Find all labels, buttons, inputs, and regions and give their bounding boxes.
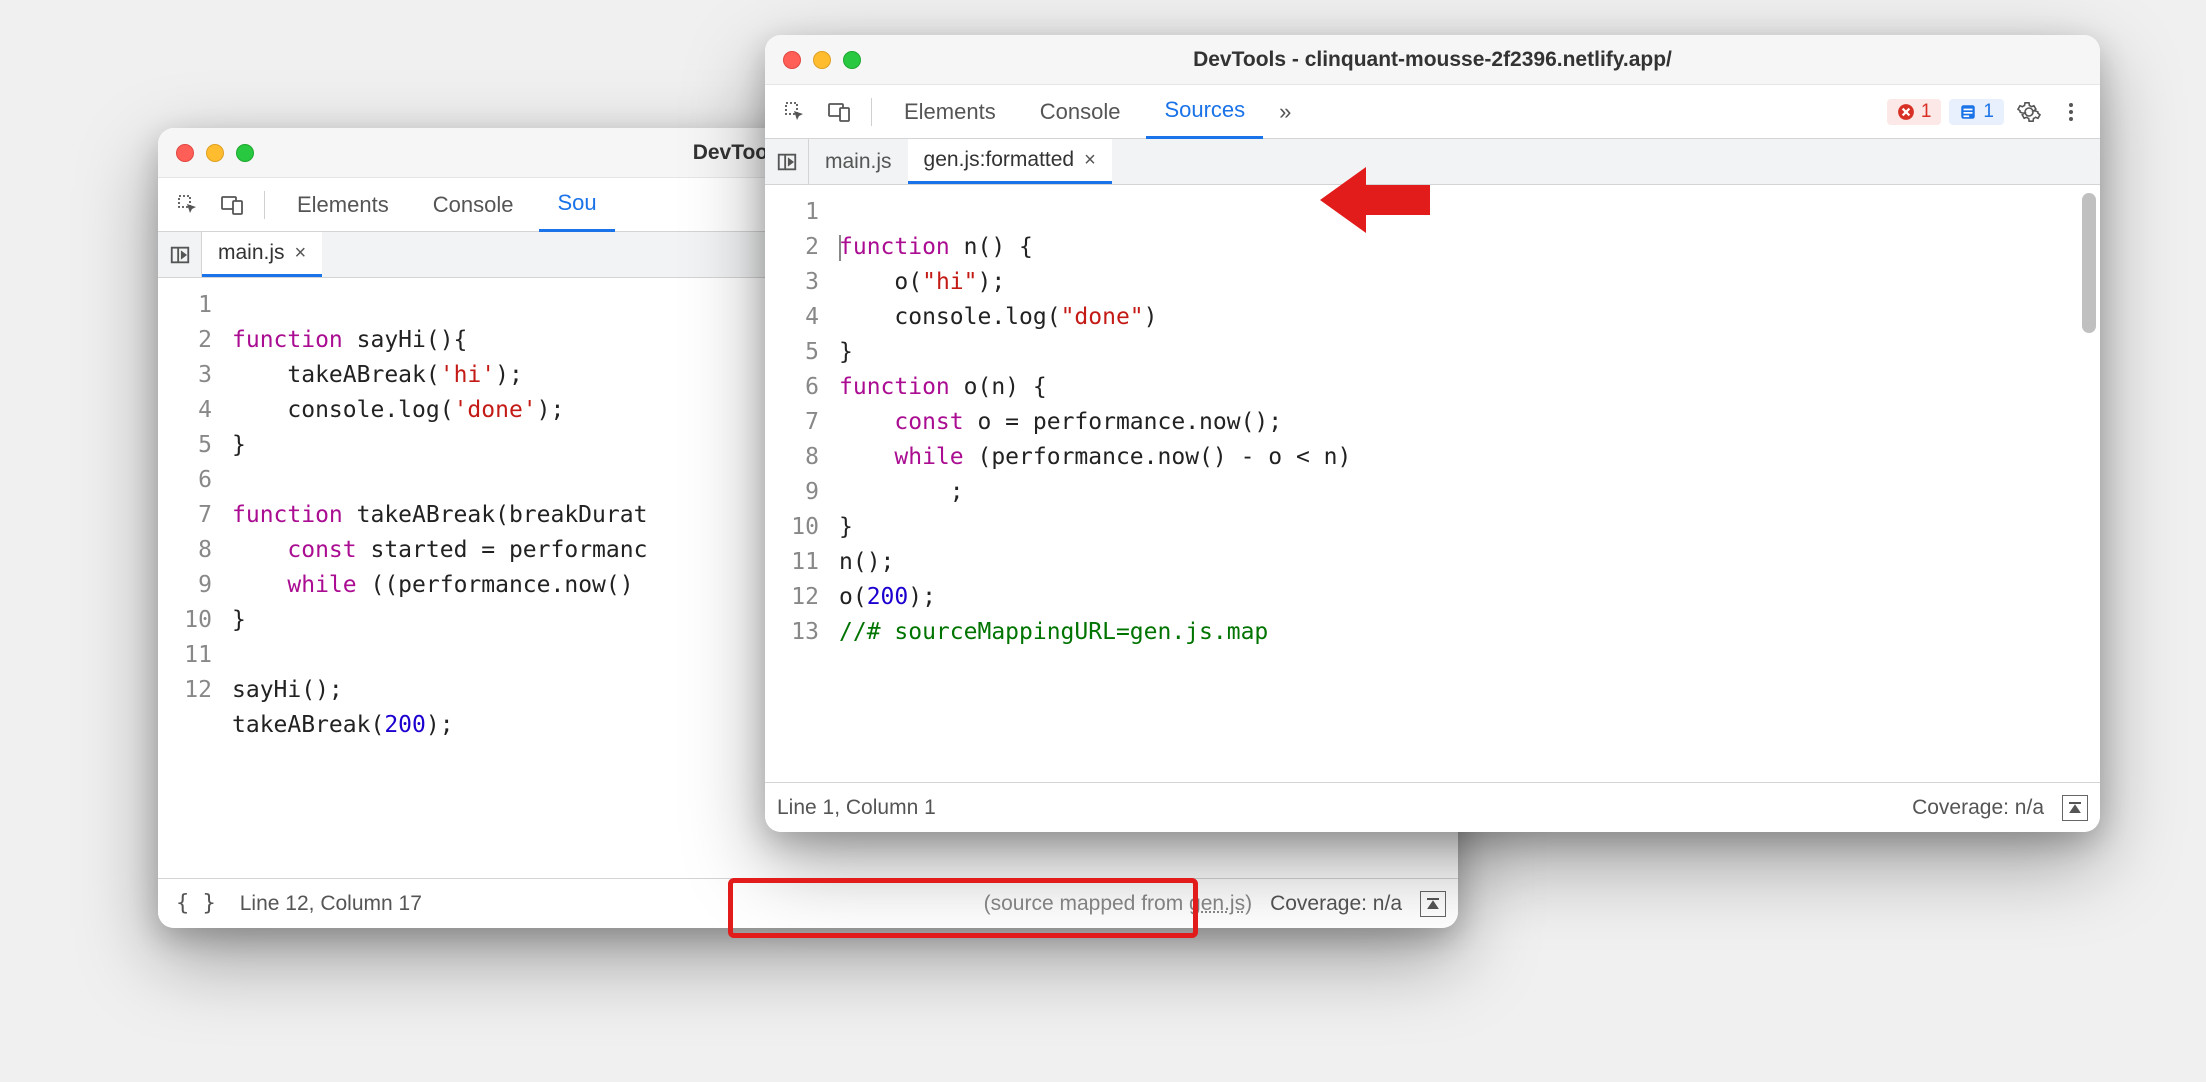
inspect-element-icon[interactable]	[777, 94, 813, 130]
code-content: function n() { o("hi"); console.log("don…	[831, 185, 2100, 782]
cursor-position: Line 1, Column 1	[777, 796, 936, 820]
close-window-button[interactable]	[176, 144, 194, 162]
window-title: DevTools - clinquant-mousse-2f2396.netli…	[765, 48, 2100, 72]
close-window-button[interactable]	[783, 51, 801, 69]
cursor-position: Line 12, Column 17	[240, 892, 422, 916]
main-toolbar: Elements Console Sources » 1 1	[765, 85, 2100, 139]
line-number-gutter: 12345678910111213	[765, 185, 831, 782]
info-icon	[1959, 103, 1977, 121]
separator	[264, 191, 265, 219]
tab-elements[interactable]: Elements	[886, 85, 1014, 139]
show-console-drawer-icon[interactable]	[1420, 891, 1446, 917]
navigator-toggle-icon[interactable]	[765, 139, 809, 184]
zoom-window-button[interactable]	[236, 144, 254, 162]
show-console-drawer-icon[interactable]	[2062, 795, 2088, 821]
traffic-lights	[783, 51, 861, 69]
code-editor[interactable]: 12345678910111213 function n() { o("hi")…	[765, 185, 2100, 782]
info-count-badge[interactable]: 1	[1949, 99, 2004, 125]
file-tab-gen-js-formatted[interactable]: gen.js:formatted ×	[908, 139, 1112, 184]
line-number-gutter: 123456789101112	[158, 278, 224, 878]
file-tab-strip: main.js gen.js:formatted ×	[765, 139, 2100, 185]
tab-console[interactable]: Console	[1022, 85, 1139, 139]
error-count-badge[interactable]: 1	[1887, 99, 1942, 125]
tab-elements[interactable]: Elements	[279, 178, 407, 232]
tab-sources[interactable]: Sou	[539, 178, 614, 232]
titlebar: DevTools - clinquant-mousse-2f2396.netli…	[765, 35, 2100, 85]
close-tab-icon[interactable]: ×	[295, 242, 307, 265]
file-tab-label: gen.js:formatted	[924, 148, 1075, 172]
status-bar: { } Line 12, Column 17 (source mapped fr…	[158, 878, 1458, 928]
tab-console[interactable]: Console	[415, 178, 532, 232]
zoom-window-button[interactable]	[843, 51, 861, 69]
tab-sources[interactable]: Sources	[1146, 85, 1263, 139]
minimize-window-button[interactable]	[206, 144, 224, 162]
close-tab-icon[interactable]: ×	[1084, 149, 1096, 172]
file-tab-main-js[interactable]: main.js ×	[202, 232, 322, 277]
traffic-lights	[176, 144, 254, 162]
tab-overflow-icon[interactable]: »	[1271, 85, 1299, 139]
status-bar: Line 1, Column 1 Coverage: n/a	[765, 782, 2100, 832]
pretty-print-button[interactable]: { }	[170, 891, 222, 916]
file-tab-main-js[interactable]: main.js	[809, 139, 908, 184]
coverage-label: Coverage: n/a	[1912, 796, 2044, 820]
source-mapped-link[interactable]: gen.js	[1189, 892, 1245, 915]
device-toggle-icon[interactable]	[821, 94, 857, 130]
coverage-label: Coverage: n/a	[1270, 892, 1402, 916]
error-icon	[1897, 103, 1915, 121]
minimize-window-button[interactable]	[813, 51, 831, 69]
inspect-element-icon[interactable]	[170, 187, 206, 223]
device-toggle-icon[interactable]	[214, 187, 250, 223]
file-tab-label: main.js	[825, 150, 892, 174]
separator	[871, 98, 872, 126]
devtools-window-front: DevTools - clinquant-mousse-2f2396.netli…	[765, 35, 2100, 832]
scrollbar[interactable]	[2082, 193, 2096, 333]
source-mapped-label: (source mapped from gen.js)	[984, 892, 1252, 916]
file-tab-label: main.js	[218, 241, 285, 265]
settings-gear-icon[interactable]	[2012, 95, 2046, 129]
navigator-toggle-icon[interactable]	[158, 232, 202, 277]
more-menu-icon[interactable]	[2054, 95, 2088, 129]
